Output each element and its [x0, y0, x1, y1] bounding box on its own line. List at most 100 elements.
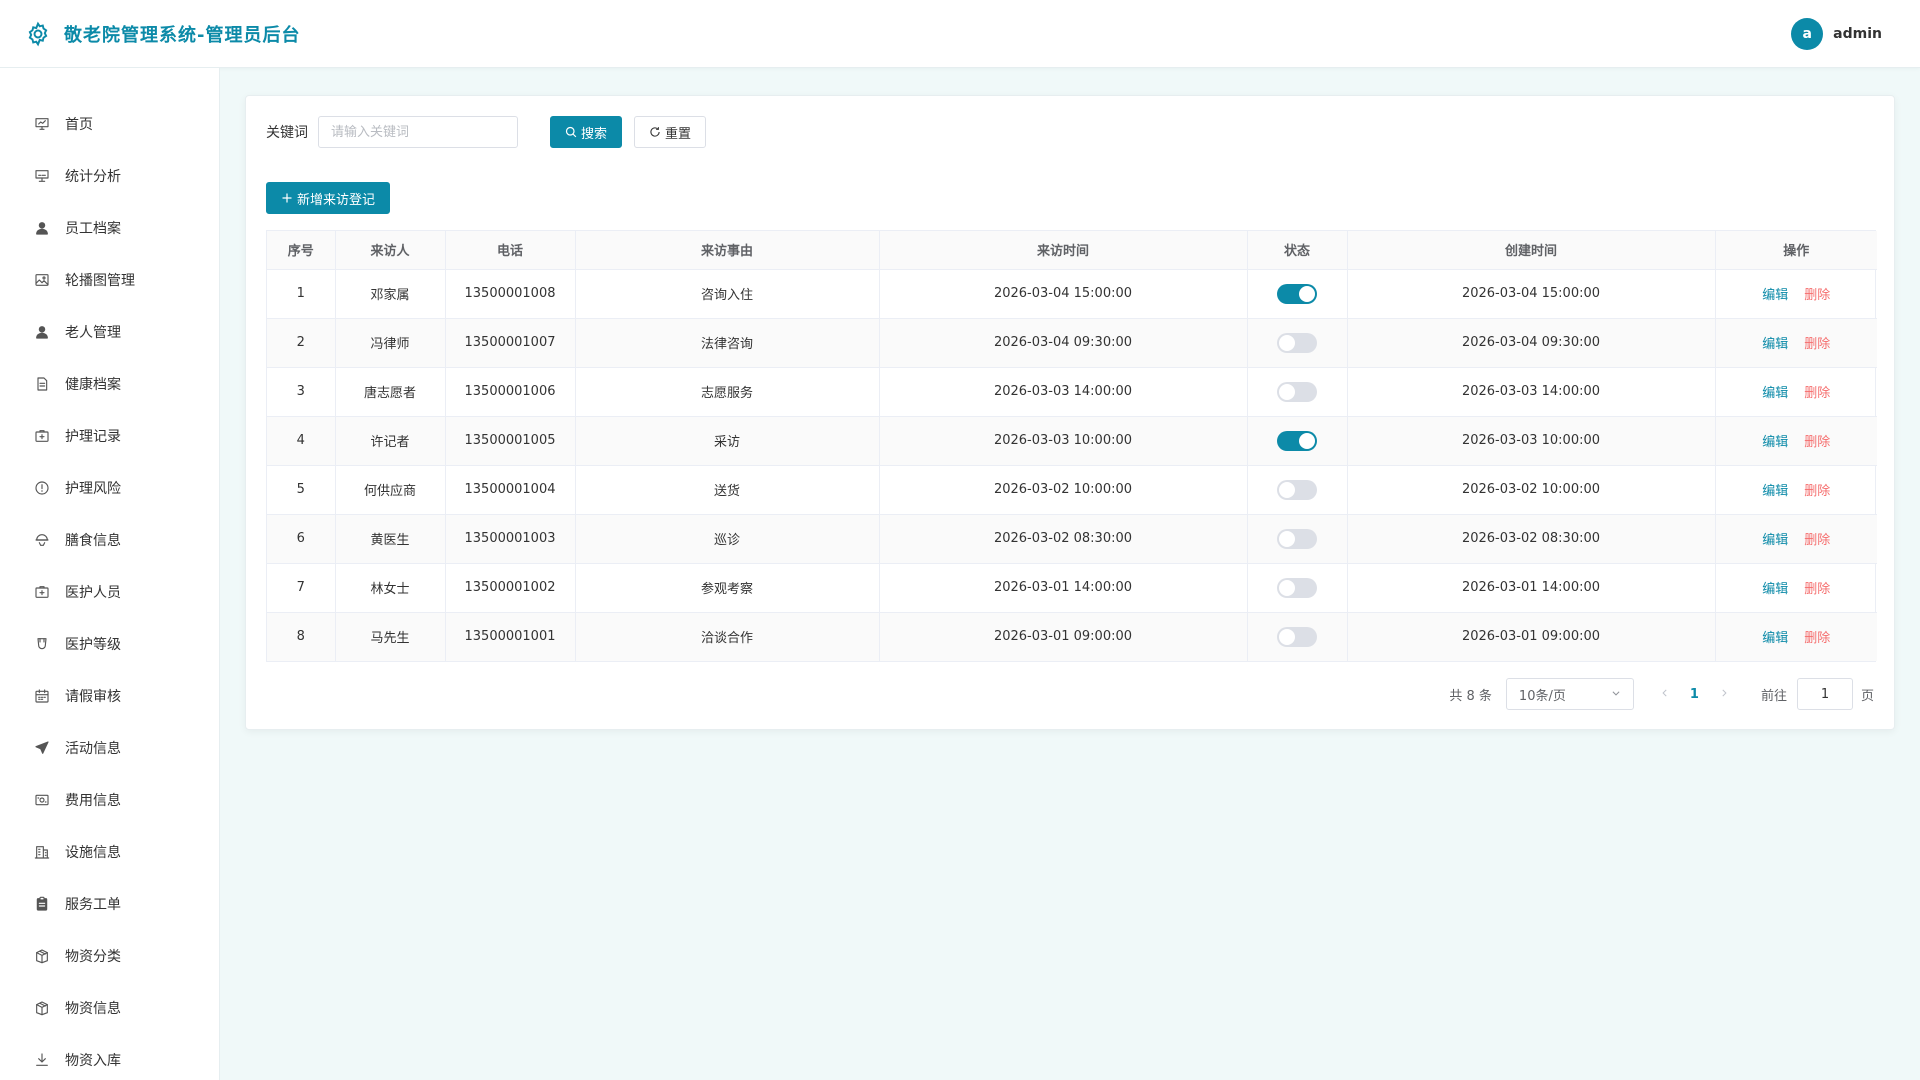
sidebar-item-5[interactable]: 健康档案 [0, 358, 219, 410]
sidebar-item-18[interactable]: 物资入库 [0, 1034, 219, 1080]
delete-button[interactable]: 删除 [1804, 288, 1830, 303]
send-icon [33, 739, 51, 757]
created-time: 2026-03-03 10:00:00 [1347, 416, 1716, 466]
first-aid-icon [33, 583, 51, 601]
actions-cell: 编辑 删除 [1715, 318, 1877, 368]
total-count: 共 8 条 [1449, 688, 1492, 704]
sidebar-item-13[interactable]: 费用信息 [0, 774, 219, 826]
table-row: 7 林女士 13500001002 参观考察 2026-03-01 14:00:00 20… [267, 563, 1877, 613]
actions-cell: 编辑 删除 [1715, 563, 1877, 613]
column-header: 来访事由 [575, 231, 880, 270]
sidebar-item-12[interactable]: 活动信息 [0, 722, 219, 774]
reset-button[interactable]: 重置 [634, 116, 707, 148]
user-menu[interactable]: a admin [1791, 18, 1882, 50]
edit-button[interactable]: 编辑 [1762, 288, 1788, 303]
sidebar-item-7[interactable]: 护理风险 [0, 462, 219, 514]
visitor-name: 冯律师 [335, 318, 446, 368]
add-visit-button[interactable]: 新增来访登记 [266, 182, 391, 214]
status-toggle[interactable] [1277, 479, 1317, 500]
edit-button[interactable]: 编辑 [1762, 337, 1788, 352]
picture-icon [33, 271, 51, 289]
edit-button[interactable]: 编辑 [1762, 631, 1788, 646]
delete-button[interactable]: 删除 [1804, 631, 1830, 646]
sidebar: 首页统计分析员工档案 轮播图管理 老人管理 健康档案 护理记录护理风险膳食信息医护人员医… [0, 68, 220, 1080]
delete-button[interactable]: 删除 [1804, 582, 1830, 597]
phone-number: 13500001003 [445, 514, 576, 564]
status-toggle[interactable] [1277, 430, 1317, 451]
status-toggle[interactable] [1277, 283, 1317, 304]
sidebar-item-16[interactable]: 物资分类 [0, 930, 219, 982]
next-page-button[interactable] [1719, 686, 1729, 702]
phone-number: 13500001006 [445, 367, 576, 417]
status-toggle[interactable] [1277, 577, 1317, 598]
sidebar-item-2[interactable]: 员工档案 [0, 202, 219, 254]
edit-button[interactable]: 编辑 [1762, 533, 1788, 548]
avatar[interactable]: a [1791, 18, 1824, 50]
status-cell [1247, 465, 1348, 515]
add-visit-button-label: 新增来访登记 [297, 192, 376, 208]
gear-icon [24, 20, 52, 48]
search-button[interactable]: 搜索 [550, 116, 623, 148]
edit-button[interactable]: 编辑 [1762, 484, 1788, 499]
keyword-input[interactable] [318, 116, 518, 148]
sidebar-item-label: 物资分类 [65, 949, 121, 965]
actions-cell: 编辑 删除 [1715, 514, 1877, 564]
visit-reason: 咨询入住 [575, 269, 880, 319]
delete-button[interactable]: 删除 [1804, 484, 1830, 499]
download-icon [33, 1051, 51, 1069]
created-time: 2026-03-01 14:00:00 [1347, 563, 1716, 613]
visit-time: 2026-03-04 15:00:00 [879, 269, 1248, 319]
edit-button[interactable]: 编辑 [1762, 435, 1788, 450]
page-number-current[interactable]: 1 [1690, 687, 1699, 702]
sidebar-item-4[interactable]: 老人管理 [0, 306, 219, 358]
toggle-knob [1279, 628, 1295, 645]
status-toggle[interactable] [1277, 381, 1317, 402]
status-cell [1247, 318, 1348, 368]
status-toggle[interactable] [1277, 332, 1317, 353]
toggle-knob [1299, 432, 1315, 449]
sidebar-item-label: 请假审核 [65, 689, 121, 705]
search-icon [565, 126, 577, 138]
sidebar-item-14[interactable]: 设施信息 [0, 826, 219, 878]
sidebar-item-11[interactable]: 请假审核 [0, 670, 219, 722]
sidebar-item-label: 统计分析 [65, 169, 121, 185]
visit-reason: 法律咨询 [575, 318, 880, 368]
edit-button[interactable]: 编辑 [1762, 386, 1788, 401]
visit-reason: 采访 [575, 416, 880, 466]
delete-button[interactable]: 删除 [1804, 435, 1830, 450]
sidebar-item-17[interactable]: 物资信息 [0, 982, 219, 1034]
goto-page-input[interactable] [1796, 678, 1853, 710]
visit-time: 2026-03-02 10:00:00 [879, 465, 1248, 515]
dashboard-icon [33, 115, 51, 133]
delete-button[interactable]: 删除 [1804, 386, 1830, 401]
sidebar-item-10[interactable]: 医护等级 [0, 618, 219, 670]
sidebar-item-1[interactable]: 统计分析 [0, 150, 219, 202]
visit-time: 2026-03-04 09:30:00 [879, 318, 1248, 368]
first-aid-icon [33, 427, 51, 445]
status-toggle[interactable] [1277, 626, 1317, 647]
delete-button[interactable]: 删除 [1804, 533, 1830, 548]
warning-icon [33, 479, 51, 497]
delete-button[interactable]: 删除 [1804, 337, 1830, 352]
status-toggle[interactable] [1277, 528, 1317, 549]
sidebar-item-6[interactable]: 护理记录 [0, 410, 219, 462]
sidebar-item-label: 护理风险 [65, 481, 121, 497]
visit-table: 序号 来访人 电话 来访事由 来访时间 状态 创建时间 操作 1 邓家属 13500001008 咨… [266, 230, 1877, 662]
column-header: 来访人 [335, 231, 446, 270]
cup-icon [33, 635, 51, 653]
sidebar-item-3[interactable]: 轮播图管理 [0, 254, 219, 306]
page-size-select[interactable]: 10条/页 [1505, 678, 1634, 710]
username[interactable]: admin [1833, 26, 1882, 42]
sidebar-item-8[interactable]: 膳食信息 [0, 514, 219, 566]
sidebar-item-label: 活动信息 [65, 741, 121, 757]
presentation-icon [33, 167, 51, 185]
sidebar-item-0[interactable]: 首页 [0, 98, 219, 150]
sidebar-item-label: 膳食信息 [65, 533, 121, 549]
sidebar-item-15[interactable]: 服务工单 [0, 878, 219, 930]
visit-reason: 参观考察 [575, 563, 880, 613]
table-row: 2 冯律师 13500001007 法律咨询 2026-03-04 09:30:00 20… [267, 318, 1877, 368]
sidebar-item-9[interactable]: 医护人员 [0, 566, 219, 618]
edit-button[interactable]: 编辑 [1762, 582, 1788, 597]
prev-page-button[interactable] [1660, 686, 1670, 702]
